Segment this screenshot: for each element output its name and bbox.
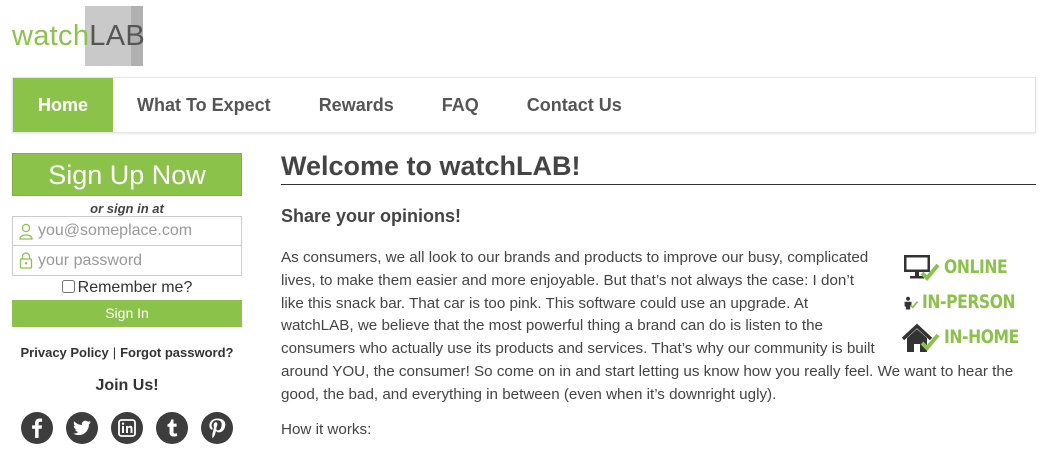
main-content: Welcome to watchLAB! Share your opinions… xyxy=(281,148,1036,438)
password-field-wrap xyxy=(12,246,242,276)
sign-up-button[interactable]: Sign Up Now xyxy=(12,153,242,196)
link-separator: | xyxy=(112,345,117,360)
badge-in-person: IN-PERSON xyxy=(902,285,1036,320)
join-us-heading: Join Us! xyxy=(95,377,159,394)
logo-text: watchLAB xyxy=(12,20,145,52)
badge-online: ONLINE xyxy=(902,250,1036,285)
social-links xyxy=(12,412,242,444)
badge-in-person-label: IN-PERSON xyxy=(922,291,1016,314)
linkedin-icon[interactable] xyxy=(111,412,143,444)
privacy-policy-link[interactable]: Privacy Policy xyxy=(21,345,109,360)
pinterest-icon[interactable] xyxy=(201,412,233,444)
how-it-works-heading: How it works: xyxy=(281,420,372,438)
main-nav: Home What To Expect Rewards FAQ Contact … xyxy=(12,77,1036,133)
channel-badges: ONLINE IN-PERSON IN-HOME xyxy=(902,250,1036,355)
monitor-check-icon xyxy=(904,254,940,281)
nav-contact-us[interactable]: Contact Us xyxy=(503,78,646,132)
or-sign-in-label: or sign in at xyxy=(90,201,164,216)
remember-checkbox[interactable] xyxy=(61,280,75,293)
badge-online-label: ONLINE xyxy=(944,256,1008,279)
nav-faq[interactable]: FAQ xyxy=(418,78,503,132)
nav-home[interactable]: Home xyxy=(13,78,113,132)
remember-me: Remember me? xyxy=(12,278,242,300)
forgot-password-link[interactable]: Forgot password? xyxy=(120,345,233,360)
house-check-icon xyxy=(902,323,940,352)
badge-in-home: IN-HOME xyxy=(902,320,1036,355)
email-field-wrap xyxy=(12,216,242,246)
account-links: Privacy Policy | Forgot password? xyxy=(12,345,242,360)
nav-what-to-expect[interactable]: What To Expect xyxy=(113,78,295,132)
email-field[interactable] xyxy=(13,217,241,245)
page-title: Welcome to watchLAB! xyxy=(281,148,1036,185)
sidebar: Sign Up Now or sign in at Remember me? S… xyxy=(12,153,242,444)
watchlab-logo[interactable]: watchLAB xyxy=(12,4,182,66)
remember-label: Remember me? xyxy=(77,279,193,296)
sign-in-button[interactable]: Sign In xyxy=(12,300,242,327)
nav-rewards[interactable]: Rewards xyxy=(295,78,418,132)
person-check-icon xyxy=(904,296,919,309)
password-field[interactable] xyxy=(13,246,241,275)
twitter-icon[interactable] xyxy=(66,412,98,444)
facebook-icon[interactable] xyxy=(21,412,53,444)
badge-in-home-label: IN-HOME xyxy=(944,326,1019,349)
intro-paragraph-wrap: ONLINE IN-PERSON IN-HOME As consumers, w… xyxy=(281,247,1036,407)
tumblr-icon[interactable] xyxy=(156,412,188,444)
page-subtitle: Share your opinions! xyxy=(281,206,462,226)
